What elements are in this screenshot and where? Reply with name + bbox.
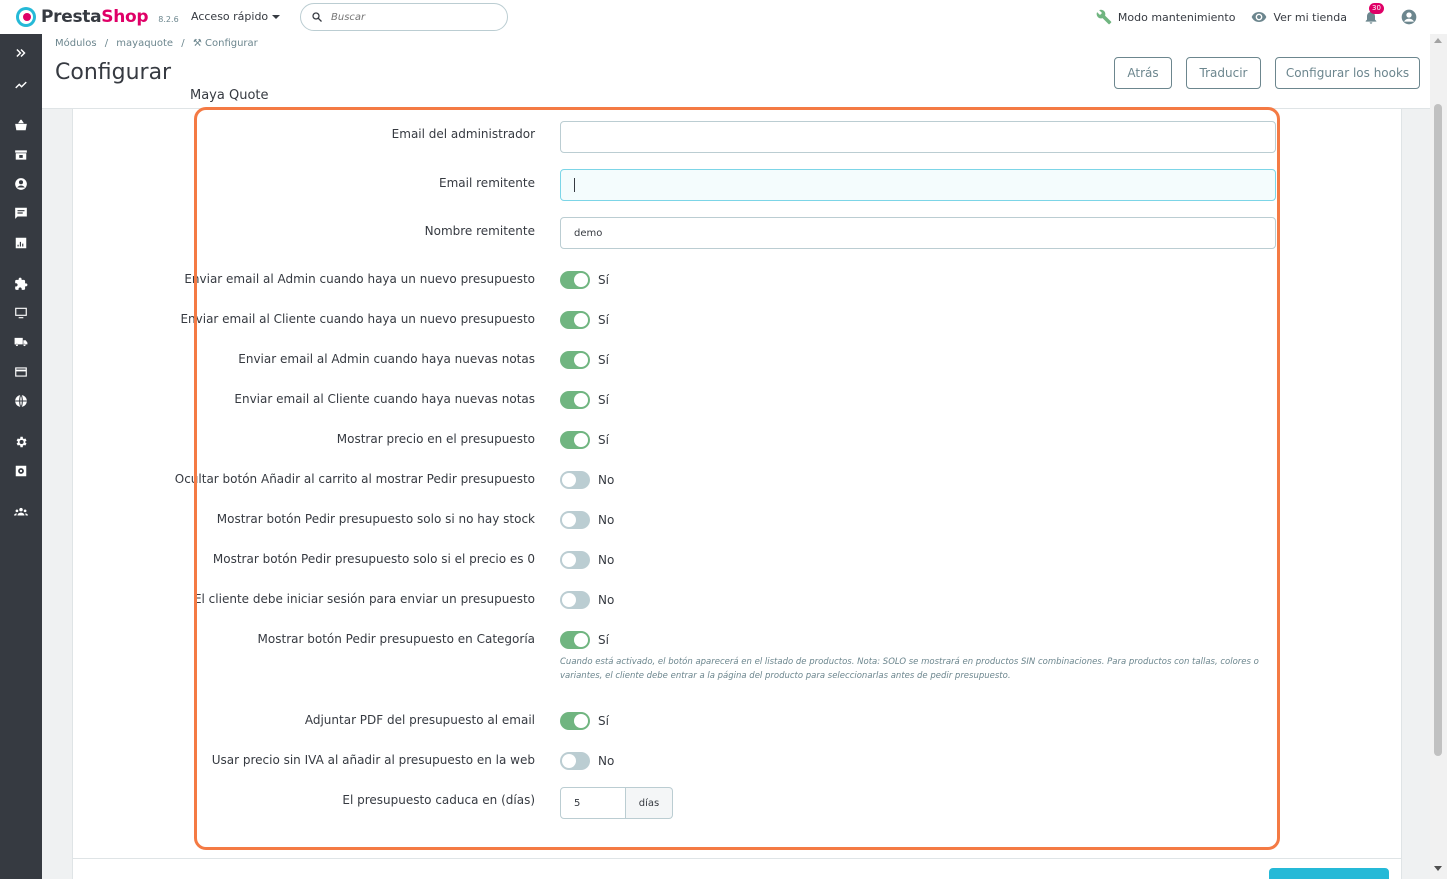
stats-icon[interactable]	[12, 234, 30, 252]
back-button[interactable]: Atrás	[1114, 57, 1172, 89]
expiry-label: El presupuesto caduca en (días)	[342, 793, 535, 807]
view-store-label: Ver mi tienda	[1273, 10, 1347, 24]
toggle-label: El cliente debe iniciar sesión para envi…	[193, 592, 535, 606]
dashboard-icon[interactable]	[12, 76, 30, 94]
maintenance-label: Modo mantenimiento	[1117, 10, 1236, 24]
modules-icon[interactable]	[12, 275, 30, 293]
module-name: Maya Quote	[190, 88, 269, 103]
maintenance-link[interactable]: Modo mantenimiento	[1096, 9, 1236, 25]
toggle-only-price-zero[interactable]: No	[560, 550, 614, 570]
orders-icon[interactable]	[12, 116, 30, 134]
notification-badge: 30	[1369, 3, 1384, 14]
breadcrumb-configure: Configurar	[205, 38, 258, 49]
toggle-show-in-category[interactable]: Sí	[560, 630, 609, 650]
switch[interactable]	[560, 752, 590, 770]
toggle-label: Enviar email al Cliente cuando haya un n…	[180, 312, 535, 326]
toggle-label: Adjuntar PDF del presupuesto al email	[304, 713, 535, 727]
toggle-label: Mostrar botón Pedir presupuesto solo si …	[216, 512, 535, 526]
toggle-label: Ocultar botón Añadir al carrito al mostr…	[174, 472, 535, 486]
search-input[interactable]	[331, 11, 481, 23]
design-icon[interactable]	[12, 304, 30, 322]
toggle-label: Enviar email al Admin cuando haya nuevas…	[238, 352, 535, 366]
user-avatar-icon[interactable]	[1401, 9, 1417, 25]
quick-access-dropdown[interactable]: Acceso rápido	[191, 10, 281, 23]
advanced-icon[interactable]	[12, 462, 30, 480]
messages-icon[interactable]	[12, 204, 30, 222]
international-icon[interactable]	[12, 392, 30, 410]
switch[interactable]	[560, 631, 590, 649]
view-store-link[interactable]: Ver mi tienda	[1251, 9, 1347, 25]
team-icon[interactable]	[12, 503, 30, 521]
breadcrumb-mayaquote[interactable]: mayaquote	[116, 38, 173, 49]
toggle-only-no-stock[interactable]: No	[560, 510, 614, 530]
page-title: Configurar	[55, 60, 172, 85]
toggle-label: Mostrar precio en el presupuesto	[336, 432, 535, 446]
toggle-admin-new-notes[interactable]: Sí	[560, 350, 609, 370]
search-box[interactable]	[300, 3, 508, 31]
wrench-icon: ⚒	[192, 38, 202, 49]
expiry-days-input[interactable]: 5	[560, 787, 626, 819]
eye-icon	[1252, 12, 1267, 22]
toggle-admin-new-quote[interactable]: Sí	[560, 270, 609, 290]
toggle-label: Enviar email al Admin cuando haya un nue…	[184, 272, 535, 286]
save-button[interactable]	[1269, 868, 1389, 879]
version-label: 8.2.6	[158, 14, 179, 24]
toggle-price-without-vat[interactable]: No	[560, 751, 614, 771]
configure-hooks-button[interactable]: Configurar los hooks	[1275, 57, 1420, 89]
switch[interactable]	[560, 431, 590, 449]
toggle-client-new-notes[interactable]: Sí	[560, 390, 609, 410]
logo-text: PrestaShop	[41, 7, 149, 27]
expand-icon[interactable]	[12, 44, 30, 62]
search-icon	[312, 12, 322, 22]
text-cursor	[574, 178, 575, 192]
scrollbar-thumb[interactable]	[1434, 104, 1442, 756]
expiry-unit-addon: días	[626, 787, 673, 819]
toggle-label: Enviar email al Cliente cuando haya nuev…	[234, 392, 535, 406]
toggle-require-login[interactable]: No	[560, 590, 614, 610]
admin-email-label: Email del administrador	[391, 127, 535, 141]
switch[interactable]	[560, 591, 590, 609]
wrench-icon	[1096, 9, 1112, 25]
notifications-button[interactable]: 30	[1363, 3, 1384, 25]
sender-name-label: Nombre remitente	[424, 224, 535, 238]
settings-icon[interactable]	[12, 433, 30, 451]
quick-access-label: Acceso rápido	[191, 10, 269, 23]
breadcrumb-modules[interactable]: Módulos	[55, 38, 97, 49]
sender-email-label: Email remitente	[439, 176, 535, 190]
switch[interactable]	[560, 511, 590, 529]
switch[interactable]	[560, 712, 590, 730]
chevron-down-icon	[272, 14, 281, 19]
toggle-label: Mostrar botón Pedir presupuesto solo si …	[212, 552, 535, 566]
scroll-up-icon[interactable]	[1434, 38, 1442, 43]
logo-icon	[16, 7, 36, 27]
sender-email-field[interactable]	[560, 169, 1276, 201]
scroll-down-icon[interactable]	[1434, 866, 1442, 871]
breadcrumb: Módulos / mayaquote / ⚒ Configurar	[55, 38, 258, 49]
admin-email-field[interactable]	[560, 121, 1276, 153]
payment-icon[interactable]	[12, 363, 30, 381]
panel-footer-divider	[72, 858, 1402, 859]
switch[interactable]	[560, 551, 590, 569]
switch[interactable]	[560, 391, 590, 409]
toggle-label: Mostrar botón Pedir presupuesto en Categ…	[257, 632, 535, 646]
switch[interactable]	[560, 311, 590, 329]
expiry-input-group: 5 días	[560, 787, 673, 819]
top-bar: PrestaShop 8.2.6 Acceso rápido Modo mant…	[0, 0, 1447, 34]
switch[interactable]	[560, 471, 590, 489]
sidebar	[0, 34, 42, 879]
sender-name-field[interactable]: demo	[560, 217, 1276, 249]
catalog-icon[interactable]	[12, 146, 30, 164]
customers-icon[interactable]	[12, 175, 30, 193]
toggle-label: Usar precio sin IVA al añadir al presupu…	[211, 753, 535, 767]
prestashop-logo[interactable]: PrestaShop 8.2.6	[16, 6, 179, 28]
toggle-client-new-quote[interactable]: Sí	[560, 310, 609, 330]
toggle-show-price[interactable]: Sí	[560, 430, 609, 450]
toggle-hide-add-to-cart[interactable]: No	[560, 470, 614, 490]
category-help-text: Cuando está activado, el botón aparecerá…	[560, 657, 1259, 681]
toggle-attach-pdf[interactable]: Sí	[560, 711, 609, 731]
translate-button[interactable]: Traducir	[1186, 57, 1261, 89]
shipping-icon[interactable]	[12, 333, 30, 351]
switch[interactable]	[560, 351, 590, 369]
switch[interactable]	[560, 271, 590, 289]
